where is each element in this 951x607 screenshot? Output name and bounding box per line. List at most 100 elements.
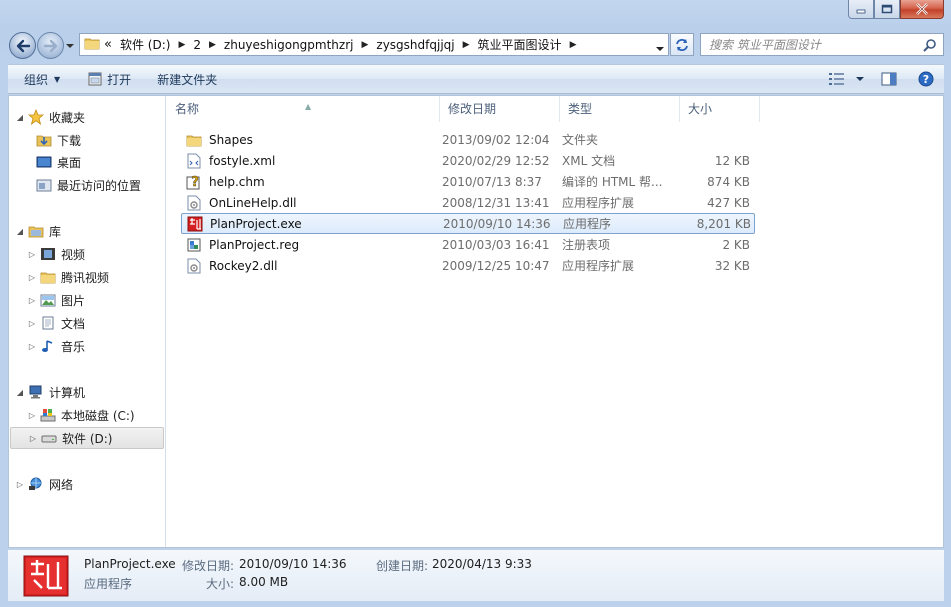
nav-label: 网络: [49, 477, 74, 492]
tree-collapsed-icon[interactable]: ▷: [27, 273, 37, 282]
recent-pages-dropdown[interactable]: [64, 40, 76, 52]
address-bar[interactable]: « 软件 (D:) ▶ 2 ▶ zhuyeshigongpmthzrj ▶ zy…: [79, 33, 669, 56]
nav-label: 文档: [61, 316, 86, 331]
minimize-button[interactable]: [848, 0, 874, 19]
details-pane: PlanProject.exe 应用程序 修改日期: 2010/09/10 14…: [8, 549, 944, 601]
nav-recent-places[interactable]: 最近访问的位置: [35, 174, 141, 196]
desktop-icon: [35, 154, 53, 170]
explorer-body: ◢ 收藏夹 下载 桌面 最近访问的位置 ◢ 库 ▷ 视频 ▷ 腾讯视频 ▷ 图片…: [8, 95, 944, 548]
breadcrumb-item[interactable]: 软件 (D:): [120, 36, 170, 53]
file-name-cell: fostyle.xml: [181, 153, 440, 169]
nav-music[interactable]: ▷ 音乐: [27, 335, 85, 357]
file-name-cell: Shapes: [181, 132, 440, 148]
file-row[interactable]: PlanProject.exe 2010/09/10 14:36 应用程序 8,201…: [181, 213, 755, 234]
breadcrumb-item[interactable]: zysgshdfqjjqj: [376, 38, 454, 52]
breadcrumb-item[interactable]: zhuyeshigongpmthzrj: [224, 38, 354, 52]
svg-text:?: ?: [923, 73, 929, 86]
tree-collapsed-icon[interactable]: ▷: [27, 250, 37, 259]
tree-collapsed-icon[interactable]: ▷: [27, 342, 37, 351]
address-history-dropdown[interactable]: [656, 41, 664, 55]
open-label: 打开: [107, 72, 132, 87]
nav-libraries[interactable]: ◢ 库: [15, 220, 61, 242]
refresh-button[interactable]: [670, 33, 694, 56]
nav-favorites[interactable]: ◢ 收藏夹: [15, 106, 85, 128]
nav-documents[interactable]: ▷ 文档: [27, 312, 85, 334]
nav-local-disk-c[interactable]: ▷ 本地磁盘 (C:): [27, 404, 135, 426]
breadcrumb-item[interactable]: 筑业平面图设计: [478, 36, 562, 53]
file-size: 874 KB: [707, 174, 750, 189]
folder-icon: [39, 269, 57, 285]
nav-soft-disk-d[interactable]: ▷ 软件 (D:): [10, 427, 164, 449]
breadcrumb-separator-icon[interactable]: ▶: [463, 40, 470, 50]
file-name: PlanProject.exe: [210, 216, 302, 231]
breadcrumb-overflow[interactable]: «: [104, 37, 112, 52]
open-button[interactable]: 打开: [70, 65, 141, 93]
nav-label: 收藏夹: [49, 110, 86, 125]
file-date: 2020/02/29 12:52: [442, 153, 550, 168]
preview-pane-button[interactable]: [870, 65, 908, 93]
column-header-label: 大小: [688, 102, 713, 116]
file-name: Shapes: [209, 132, 253, 147]
folder-icon: [185, 132, 203, 148]
file-type: 应用程序: [563, 217, 612, 231]
refresh-icon: [676, 38, 688, 51]
nav-network[interactable]: ▷ 网络: [15, 473, 73, 495]
recent-places-icon: [35, 177, 53, 193]
organize-button[interactable]: 组织 ▼: [8, 65, 70, 93]
search-placeholder: 搜索 筑业平面图设计: [709, 38, 821, 52]
maximize-button[interactable]: [874, 0, 900, 19]
breadcrumb-separator-icon[interactable]: ▶: [361, 40, 368, 50]
file-type: XML 文档: [562, 154, 616, 168]
column-header-name[interactable]: ▲ 名称: [167, 96, 440, 122]
search-icon[interactable]: [923, 38, 937, 55]
new-folder-label: 新建文件夹: [157, 72, 218, 87]
app-icon: [186, 216, 204, 232]
search-input[interactable]: 搜索 筑业平面图设计: [700, 33, 944, 56]
tree-collapsed-icon[interactable]: ▷: [15, 480, 25, 489]
file-row[interactable]: PlanProject.reg 2010/03/03 16:41 注册表项 2 KB: [181, 234, 755, 255]
minimize-icon: [856, 9, 866, 14]
column-header-type[interactable]: 类型: [560, 96, 680, 122]
tree-expanded-icon[interactable]: ◢: [15, 388, 25, 397]
tree-collapsed-icon[interactable]: ▷: [27, 411, 37, 420]
nav-desktop[interactable]: 桌面: [35, 151, 81, 173]
view-options-button[interactable]: [824, 65, 850, 93]
network-icon: [27, 476, 45, 492]
tree-collapsed-icon[interactable]: ▷: [27, 319, 37, 328]
nav-tencent-video[interactable]: ▷ 腾讯视频: [27, 266, 109, 288]
breadcrumb-separator-icon[interactable]: ▶: [209, 40, 216, 50]
help-button[interactable]: ?: [908, 65, 944, 93]
file-row[interactable]: Shapes 2013/09/02 12:04 文件夹: [181, 129, 755, 150]
nav-label: 软件 (D:): [62, 431, 113, 446]
tree-expanded-icon[interactable]: ◢: [15, 227, 25, 236]
nav-computer[interactable]: ◢ 计算机: [15, 381, 85, 403]
file-row[interactable]: fostyle.xml 2020/02/29 12:52 XML 文档 12 KB: [181, 150, 755, 171]
file-row[interactable]: OnLineHelp.dll 2008/12/31 13:41 应用程序扩展 427 …: [181, 192, 755, 213]
forward-button[interactable]: [37, 32, 64, 59]
breadcrumb-item[interactable]: 2: [193, 38, 201, 52]
close-button[interactable]: [900, 0, 944, 19]
tree-collapsed-icon[interactable]: ▷: [28, 434, 38, 443]
nav-label: 本地磁盘 (C:): [61, 408, 135, 423]
view-options-dropdown[interactable]: [850, 65, 870, 93]
tree-collapsed-icon[interactable]: ▷: [27, 296, 37, 305]
breadcrumb-separator-icon[interactable]: ▶: [570, 40, 577, 50]
tree-expanded-icon[interactable]: ◢: [15, 113, 25, 122]
toolbar-right-group: ?: [824, 65, 944, 93]
nav-downloads[interactable]: 下载: [35, 129, 81, 151]
file-type: 文件夹: [562, 133, 599, 147]
xml-file-icon: [185, 153, 203, 169]
new-folder-button[interactable]: 新建文件夹: [141, 65, 227, 93]
column-header-size[interactable]: 大小: [680, 96, 760, 122]
breadcrumb-separator-icon[interactable]: ▶: [178, 40, 185, 50]
column-header-date[interactable]: 修改日期: [440, 96, 560, 122]
nav-pictures[interactable]: ▷ 图片: [27, 289, 85, 311]
downloads-folder-icon: [35, 132, 53, 148]
details-modified-label: 修改日期:: [182, 559, 235, 573]
file-row[interactable]: ? help.chm 2010/07/13 8:37 编译的 HTML 帮... 874…: [181, 171, 755, 192]
column-header-label: 类型: [568, 102, 593, 116]
file-date: 2010/09/10 14:36: [443, 216, 551, 231]
file-row[interactable]: Rockey2.dll 2009/12/25 10:47 应用程序扩展 32 KB: [181, 255, 755, 276]
nav-videos[interactable]: ▷ 视频: [27, 243, 85, 265]
back-button[interactable]: [9, 32, 36, 59]
